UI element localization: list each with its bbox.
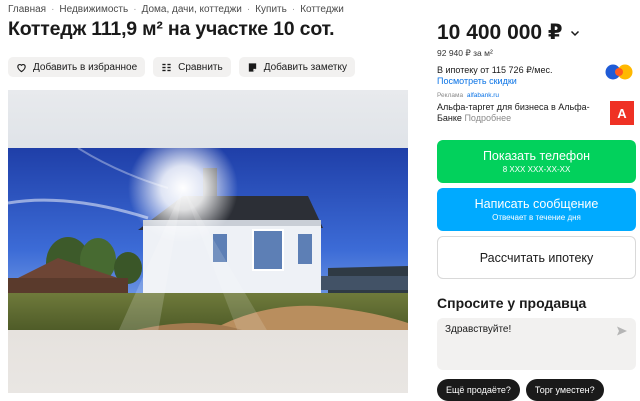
compare-button[interactable]: Сравнить [153, 57, 231, 77]
write-message-label: Написать сообщение [474, 197, 599, 211]
add-note-button[interactable]: Добавить заметку [238, 57, 355, 77]
heart-icon [17, 63, 26, 72]
bank-logo-icon [605, 64, 633, 80]
compare-label: Сравнить [178, 61, 223, 73]
price-per-m2: 92 940 ₽ за м² [437, 48, 493, 58]
write-message-button[interactable]: Написать сообщение Отвечает в течение дн… [437, 188, 636, 231]
message-text: Здравствуйте! [445, 324, 512, 335]
ad-domain[interactable]: alfabank.ru [467, 92, 499, 99]
phone-mask: 8 XXX XXX-XX-XX [502, 165, 571, 174]
listing-photo[interactable] [8, 90, 408, 393]
alfa-bank-logo-letter: А [617, 105, 627, 121]
ask-seller-title: Спросите у продавца [437, 295, 587, 311]
mortgage-from: В ипотеку от 115 726 ₽/мес. [437, 65, 553, 75]
breadcrumb-real-estate[interactable]: Недвижимость [59, 4, 128, 15]
reply-time: Отвечает в течение дня [492, 213, 581, 222]
breadcrumb-separator: · [291, 4, 296, 15]
show-phone-label: Показать телефон [482, 149, 591, 163]
message-input[interactable]: Здравствуйте! [437, 318, 636, 370]
add-to-favorites-button[interactable]: Добавить в избранное [8, 57, 146, 77]
ad-label-text: Реклама [437, 92, 464, 99]
ad-more-link[interactable]: Подробнее [464, 113, 511, 123]
ad-text[interactable]: Альфа-таргет для бизнеса в Альфа-Банке П… [437, 102, 597, 124]
send-icon[interactable] [616, 325, 628, 337]
photo-blurred-ground [8, 330, 408, 393]
chevron-down-icon[interactable] [569, 27, 581, 39]
price: 10 400 000 ₽ [437, 21, 563, 44]
breadcrumb-houses[interactable]: Дома, дачи, коттеджи [142, 4, 242, 15]
breadcrumb-separator: · [246, 4, 251, 15]
price-row[interactable]: 10 400 000 ₽ [437, 20, 581, 45]
note-icon [248, 62, 256, 72]
page-title: Коттедж 111,9 м² на участке 10 сот. [8, 18, 335, 40]
calculate-mortgage-label: Рассчитать ипотеку [479, 250, 594, 265]
compare-icon [162, 63, 171, 71]
ad-text-body: Альфа-таргет для бизнеса в Альфа-Банке [437, 102, 590, 123]
breadcrumb-buy[interactable]: Купить [255, 4, 287, 15]
quick-question-still-selling[interactable]: Ещё продаёте? [437, 379, 520, 401]
breadcrumb-home[interactable]: Главная [8, 4, 46, 15]
photo-blurred-sky [8, 90, 408, 150]
breadcrumb-separator: · [133, 4, 137, 15]
breadcrumb-separator: · [51, 4, 55, 15]
breadcrumb-cottages[interactable]: Коттеджи [300, 4, 344, 15]
alfa-bank-logo[interactable]: А [610, 101, 634, 125]
listing-actions: Добавить в избранное Сравнить Добавить з… [8, 57, 355, 77]
add-to-favorites-label: Добавить в избранное [33, 61, 138, 73]
ad-label: Реклама alfabank.ru [437, 92, 499, 99]
see-discounts-link[interactable]: Посмотреть скидки [437, 76, 517, 86]
calculate-mortgage-button[interactable]: Рассчитать ипотеку [437, 236, 636, 279]
show-phone-button[interactable]: Показать телефон 8 XXX XXX-XX-XX [437, 140, 636, 183]
quick-questions: Ещё продаёте? Торг уместен? [437, 379, 604, 401]
house-photo-image [8, 148, 408, 332]
breadcrumb: Главная · Недвижимость · Дома, дачи, кот… [8, 4, 344, 15]
quick-question-bargain[interactable]: Торг уместен? [525, 379, 604, 401]
add-note-label: Добавить заметку [263, 61, 347, 73]
